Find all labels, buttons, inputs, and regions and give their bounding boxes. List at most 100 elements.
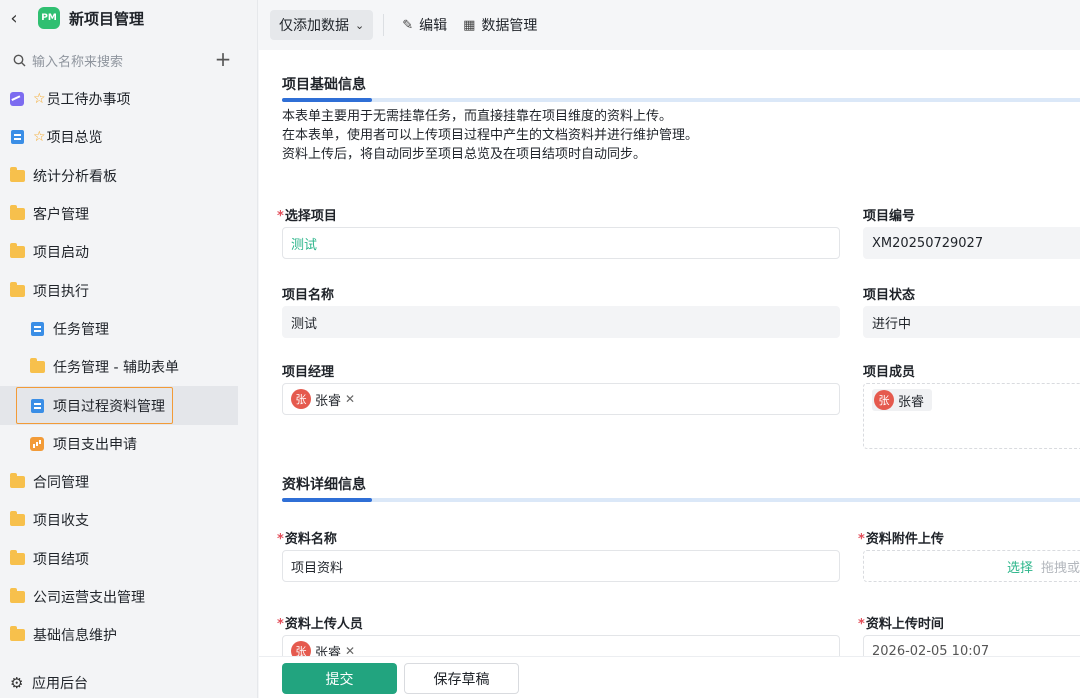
star-icon: ☆: [33, 91, 46, 108]
form-content: 项目基础信息 本表单主要用于无需挂靠任务，而直接挂靠在项目维度的资料上传。 在本…: [259, 50, 1080, 656]
folder-icon: [29, 358, 45, 375]
project-no-field: XM20250729027: [863, 227, 1080, 259]
sidebar-item-label: 任务管理: [53, 321, 109, 338]
back-arrow-icon[interactable]: ‹: [6, 8, 22, 29]
sidebar-item-label: 统计分析看板: [33, 168, 117, 185]
admin-label: 应用后台: [32, 676, 88, 692]
section-underline: [282, 98, 1080, 102]
mode-dropdown[interactable]: 仅添加数据 ⌄: [270, 10, 374, 40]
sidebar-item[interactable]: 合同管理: [0, 463, 258, 501]
desc-line: 本表单主要用于无需挂靠任务，而直接挂靠在项目维度的资料上传。: [282, 109, 673, 124]
sidebar-nav: ☆ 员工待办事项 ☆ 项目总览 统计分析看板 客户管理 项目启动 项目执行 任务管理 任务管理 -…: [0, 80, 258, 654]
sidebar-item-label: 员工待办事项: [46, 92, 131, 109]
project-name-field: 测试: [282, 306, 840, 338]
sidebar: ‹ PM 新项目管理 输入名称来搜索 + ☆ 员工待办事项 ☆ 项目总览 统计分析看板客…: [0, 0, 258, 698]
sidebar-item[interactable]: 项目过程资料管理: [0, 386, 238, 425]
sidebar-item-label: 任务管理 - 辅助表单: [53, 360, 179, 377]
uploader-field[interactable]: 张 张睿 ✕: [282, 635, 840, 656]
form-icon: [29, 321, 45, 337]
folder-icon: [9, 473, 25, 490]
select-project-field[interactable]: 测试: [282, 227, 840, 259]
sidebar-item-label: 项目结项: [33, 551, 89, 568]
sidebar-item[interactable]: 项目启动: [0, 233, 258, 271]
sidebar-item[interactable]: 基础信息维护: [0, 616, 258, 654]
folder-open-icon: [9, 281, 25, 299]
user-name: 张睿: [315, 645, 342, 657]
avatar: 张: [291, 641, 311, 656]
sidebar-item[interactable]: ☆ 项目总览: [0, 118, 258, 156]
project-manager-label: 项目经理: [282, 365, 335, 380]
close-icon[interactable]: ✕: [345, 644, 355, 656]
sidebar-footer-admin[interactable]: ⚙ 应用后台: [0, 668, 258, 698]
user-name: 张睿: [315, 393, 342, 409]
sidebar-item-label: 合同管理: [33, 475, 89, 492]
project-name-label: 项目名称: [282, 288, 335, 303]
upload-time-label: *资料上传时间: [858, 617, 944, 632]
upload-hint: 拖拽或: [1041, 560, 1080, 576]
submit-button[interactable]: 提交: [282, 663, 397, 694]
section-description: 本表单主要用于无需挂靠任务，而直接挂靠在项目维度的资料上传。 在本表单，使用者可…: [282, 107, 698, 164]
sidebar-item-label: 项目过程资料管理: [53, 398, 165, 415]
sidebar-item[interactable]: 项目收支: [0, 501, 258, 539]
gear-icon: ⚙: [10, 674, 24, 692]
folder-icon: [9, 243, 25, 260]
form-icon: [29, 398, 45, 414]
add-icon[interactable]: +: [214, 49, 232, 69]
sidebar-item-label: 项目执行: [33, 283, 89, 300]
doc-upload-label: *资料附件上传: [858, 532, 944, 547]
sidebar-item[interactable]: 任务管理: [0, 310, 258, 348]
project-members-label: 项目成员: [863, 365, 916, 380]
app-logo: PM: [38, 7, 60, 29]
chevron-down-icon: ⌄: [355, 18, 365, 32]
sidebar-item[interactable]: 项目结项: [0, 540, 258, 578]
project-status-field: 进行中: [863, 306, 1080, 338]
doc-name-input[interactable]: 项目资料: [282, 550, 840, 582]
edit-button[interactable]: ✎ 编辑: [394, 10, 455, 40]
project-members-field[interactable]: 张 张睿: [863, 383, 1080, 449]
upload-time-field[interactable]: 2026-02-05 10:07: [863, 635, 1080, 656]
select-project-label: *选择项目: [277, 209, 337, 224]
folder-icon: [9, 511, 25, 528]
form-footer: 提交 保存草稿: [259, 656, 1080, 698]
bars-icon: [29, 436, 45, 452]
close-icon[interactable]: ✕: [345, 392, 355, 406]
sidebar-item[interactable]: 统计分析看板: [0, 157, 258, 195]
desc-line: 在本表单，使用者可以上传项目过程中产生的文档资料并进行维护管理。: [282, 128, 699, 143]
sidebar-item-label: 基础信息维护: [33, 628, 117, 645]
folder-icon: [9, 205, 25, 222]
section-title-detail: 资料详细信息: [282, 477, 366, 493]
sidebar-item[interactable]: 公司运营支出管理: [0, 578, 258, 616]
user-tag: 张 张睿: [872, 389, 933, 411]
user-name: 张睿: [898, 394, 925, 410]
doc-name-label: *资料名称: [277, 532, 337, 547]
sidebar-item[interactable]: 客户管理: [0, 195, 258, 233]
data-manage-label: 数据管理: [481, 18, 538, 34]
edit-label: 编辑: [419, 18, 448, 34]
save-draft-button[interactable]: 保存草稿: [404, 663, 519, 694]
avatar: 张: [874, 390, 894, 410]
sidebar-item-label: 项目启动: [33, 245, 89, 262]
chart-icon: [9, 91, 25, 107]
search-bar[interactable]: 输入名称来搜索 +: [0, 42, 257, 78]
upload-area[interactable]: 选择 拖拽或: [863, 550, 1080, 582]
uploader-label: *资料上传人员: [277, 617, 363, 632]
data-manage-button[interactable]: ▦ 数据管理: [455, 10, 545, 40]
toolbar: 仅添加数据 ⌄ ✎ 编辑 ▦ 数据管理: [259, 0, 1080, 50]
sidebar-item[interactable]: 任务管理 - 辅助表单: [0, 348, 258, 386]
sidebar-item-label: 公司运营支出管理: [33, 590, 145, 606]
user-tag: 张 张睿 ✕: [291, 640, 355, 656]
upload-select-link[interactable]: 选择: [1007, 557, 1033, 576]
avatar: 张: [291, 389, 311, 409]
sidebar-item[interactable]: 项目执行: [0, 271, 258, 309]
folder-icon: [9, 549, 25, 567]
sidebar-item-label: 项目总览: [46, 130, 103, 147]
form-icon: [9, 129, 25, 145]
folder-icon: [9, 588, 25, 605]
sidebar-item-label: 项目收支: [33, 513, 89, 530]
sidebar-item[interactable]: ☆ 员工待办事项: [0, 80, 258, 118]
user-tag: 张 张睿 ✕: [291, 388, 355, 410]
search-input[interactable]: 输入名称来搜索: [32, 51, 123, 70]
sidebar-item[interactable]: 项目支出申请: [0, 425, 258, 463]
project-manager-field[interactable]: 张 张睿 ✕: [282, 383, 840, 415]
folder-icon: [9, 166, 25, 184]
